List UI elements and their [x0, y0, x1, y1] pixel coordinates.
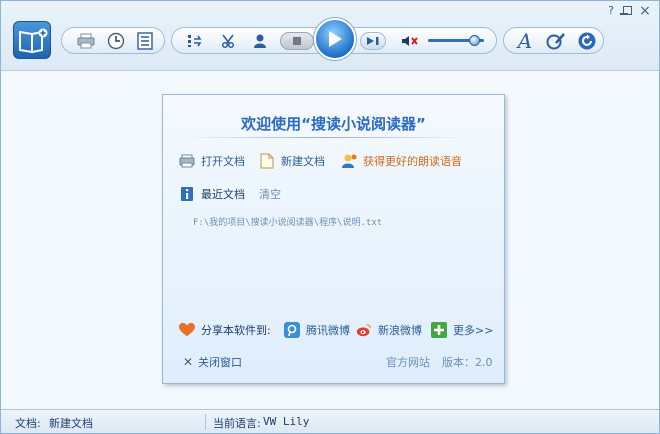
- share-label-row: 分享本软件到:: [179, 322, 271, 338]
- status-bar: 文档: 新建文档 当前语言: VW Lily: [1, 409, 659, 433]
- better-voice-label: 获得更好的朗读语音: [363, 155, 462, 168]
- maximize-icon[interactable]: [623, 6, 632, 15]
- clear-recent-link[interactable]: 清空: [259, 186, 281, 202]
- official-site-label: 官方网站: [386, 356, 430, 369]
- tencent-weibo-link[interactable]: 腾讯微博: [284, 322, 350, 338]
- new-doc-label: 新建文档: [281, 155, 325, 168]
- title-divider: [182, 137, 469, 138]
- printer-doc-icon: [179, 153, 195, 169]
- import-icon[interactable]: [185, 30, 207, 52]
- better-voice-link[interactable]: 获得更好的朗读语音: [341, 153, 462, 169]
- open-doc-label: 打开文档: [201, 155, 245, 168]
- status-divider: [205, 414, 206, 430]
- toolbar: ? × A: [1, 1, 659, 71]
- sina-weibo-label: 新浪微博: [378, 324, 422, 337]
- panel-title: 欢迎使用“搜读小说阅读器”: [241, 115, 426, 133]
- doc-label: 文档:: [15, 417, 41, 430]
- voice-user-icon: [341, 153, 357, 169]
- play-button[interactable]: [314, 18, 356, 60]
- mute-icon[interactable]: [399, 30, 421, 52]
- volume-knob[interactable]: [469, 35, 480, 46]
- scissors-icon[interactable]: [217, 30, 239, 52]
- play-icon: [329, 31, 342, 47]
- clock-icon[interactable]: [105, 30, 127, 52]
- print-icon[interactable]: [75, 30, 97, 52]
- new-doc-link[interactable]: 新建文档: [259, 153, 325, 169]
- refresh-icon[interactable]: [576, 30, 598, 52]
- next-button[interactable]: [360, 32, 386, 50]
- close-x-icon: ✕: [182, 355, 194, 369]
- recent-doc-item[interactable]: F:\我的项目\搜读小说阅读器\程序\说明.txt: [193, 215, 382, 228]
- user-icon[interactable]: [249, 30, 271, 52]
- next-icon: [367, 37, 379, 45]
- share-label: 分享本软件到:: [201, 324, 271, 337]
- app-window: ? × A 欢迎使用“搜读小说阅读器” 打开文档 新建文档 获得更好的朗读语音 …: [0, 0, 660, 434]
- new-doc-icon: [259, 153, 275, 169]
- more-share-link[interactable]: 更多>>: [431, 322, 493, 338]
- tencent-weibo-icon: [284, 322, 300, 338]
- more-label: 更多>>: [453, 324, 494, 337]
- paint-icon[interactable]: [545, 30, 567, 52]
- clear-label: 清空: [259, 188, 281, 201]
- recent-docs-label: 最近文档: [201, 188, 245, 201]
- stop-icon: [293, 37, 301, 45]
- recent-docs-label-row: 最近文档: [179, 186, 245, 202]
- close-icon[interactable]: ×: [638, 4, 652, 18]
- font-icon[interactable]: A: [514, 30, 536, 52]
- version-label: 版本：2.0: [442, 356, 493, 369]
- close-window-link[interactable]: ✕ 关闭窗口: [182, 354, 242, 370]
- info-icon: [179, 186, 195, 202]
- version-text: 版本：2.0: [442, 354, 493, 370]
- doc-value: 新建文档: [49, 417, 93, 430]
- voice-label: 当前语言:: [213, 417, 261, 430]
- stop-button[interactable]: [280, 32, 314, 50]
- welcome-panel: 欢迎使用“搜读小说阅读器” 打开文档 新建文档 获得更好的朗读语音 最近文档 清…: [162, 94, 505, 384]
- open-doc-link[interactable]: 打开文档: [179, 153, 245, 169]
- app-logo-icon[interactable]: [13, 21, 51, 59]
- voice-value: VW Lily: [263, 415, 310, 428]
- list-icon[interactable]: [134, 30, 156, 52]
- heart-icon: [179, 322, 195, 338]
- tencent-weibo-label: 腾讯微博: [306, 324, 350, 337]
- close-window-label: 关闭窗口: [198, 356, 242, 369]
- plus-icon: [431, 322, 447, 338]
- sina-weibo-icon: [356, 322, 372, 338]
- official-site-link[interactable]: 官方网站: [386, 354, 430, 370]
- sina-weibo-link[interactable]: 新浪微博: [356, 322, 422, 338]
- help-icon[interactable]: ?: [604, 4, 618, 18]
